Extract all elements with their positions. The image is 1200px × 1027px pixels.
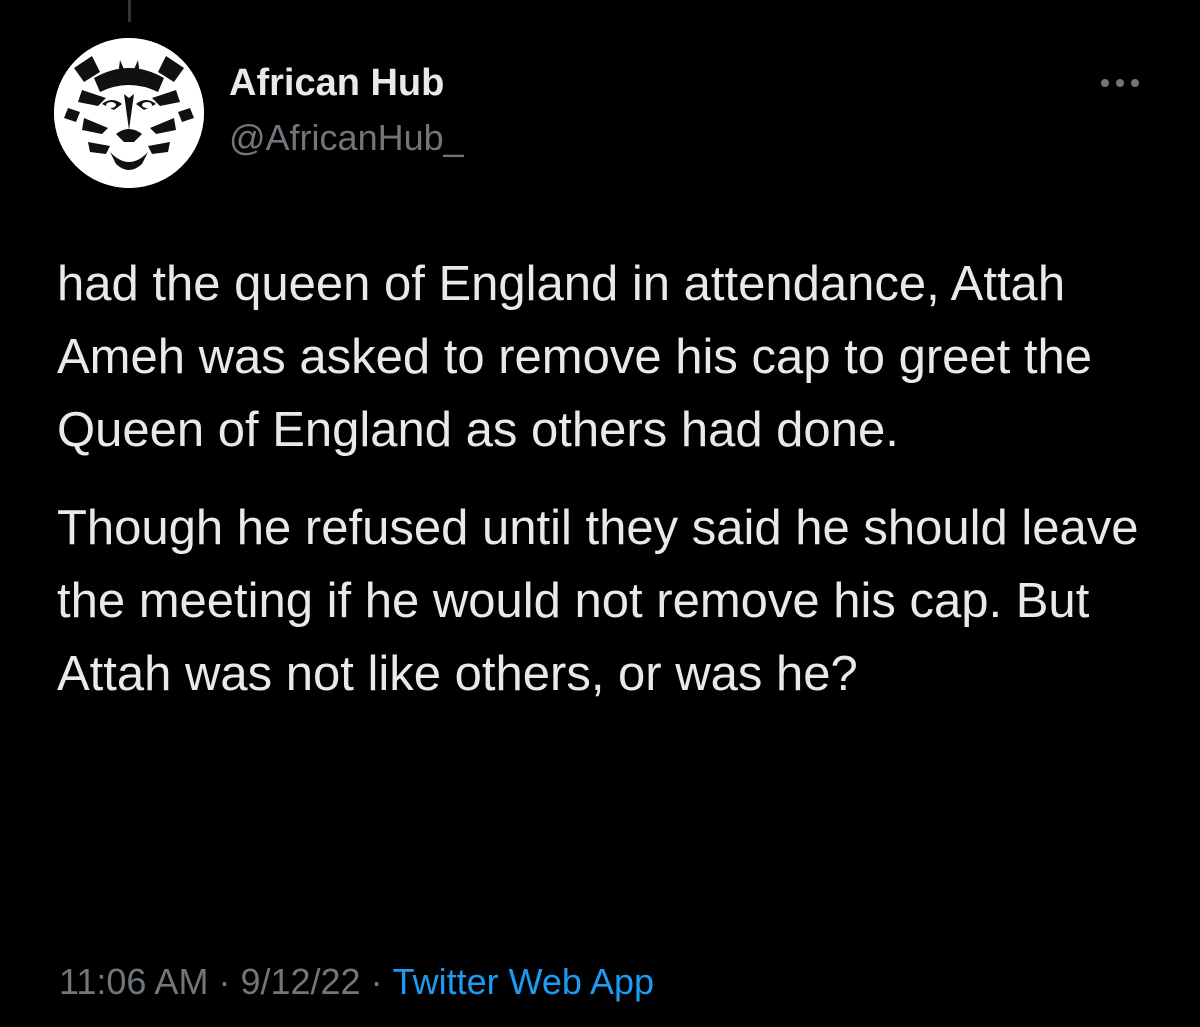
tweet-metadata: 11:06 AM · 9/12/22 · Twitter Web App (59, 961, 654, 1003)
tweet-text: had the queen of England in attendance, … (57, 248, 1167, 711)
separator-dot: · (218, 961, 231, 1002)
author-display-name[interactable]: African Hub (229, 62, 444, 105)
author-handle[interactable]: @AfricanHub_ (229, 117, 464, 159)
tiger-face-icon (54, 38, 204, 188)
tweet-time[interactable]: 11:06 AM (59, 961, 208, 1002)
tweet-date[interactable]: 9/12/22 (240, 961, 360, 1002)
tweet-paragraph: had the queen of England in attendance, … (57, 257, 1092, 457)
tweet-paragraph: Though he refused until they said he sho… (57, 501, 1139, 701)
avatar[interactable] (54, 38, 204, 188)
tweet: African Hub @AfricanHub_ had the queen o… (0, 0, 1200, 1027)
ellipsis-icon[interactable] (1096, 68, 1144, 98)
tweet-source-link[interactable]: Twitter Web App (393, 961, 654, 1002)
separator-dot: · (370, 961, 383, 1002)
